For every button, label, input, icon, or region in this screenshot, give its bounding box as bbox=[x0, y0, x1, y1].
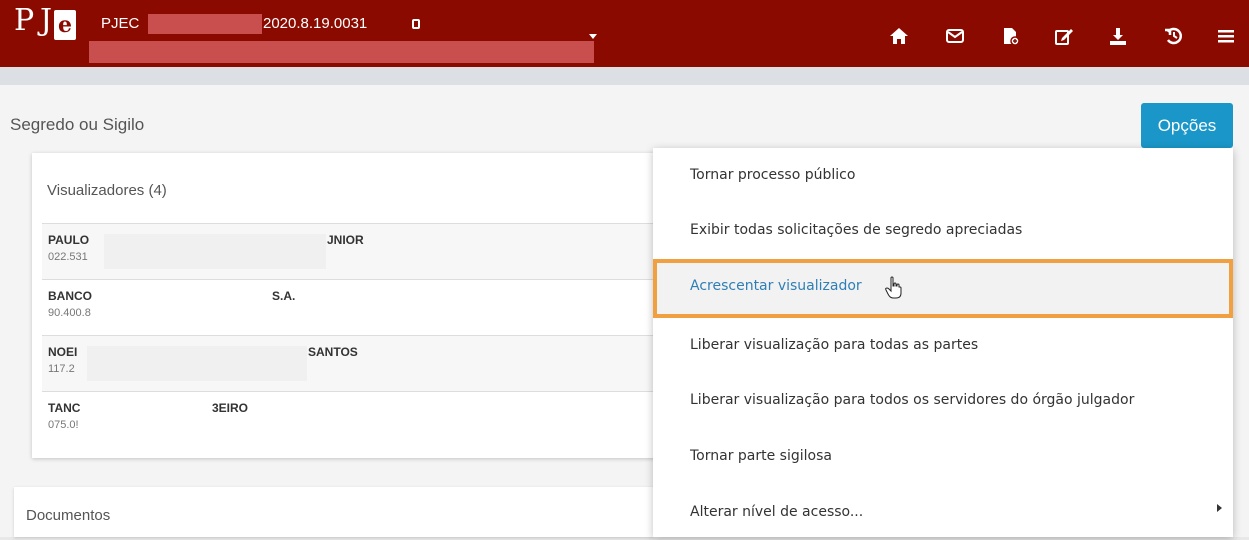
edit-icon[interactable] bbox=[1052, 24, 1076, 48]
viewer-row[interactable]: PAULO JNIOR 022.531 bbox=[42, 223, 682, 279]
viewer-name-suffix: SANTOS bbox=[308, 345, 358, 359]
viewer-name: BANCO bbox=[48, 289, 92, 303]
options-dropdown-menu: Tornar processo público Exibir todas sol… bbox=[653, 148, 1233, 537]
chevron-right-icon bbox=[1217, 504, 1222, 512]
menu-item-label: Liberar visualização para todos os servi… bbox=[690, 392, 1135, 408]
menu-item-release-all-servers[interactable]: Liberar visualização para todos os servi… bbox=[653, 373, 1233, 428]
chevron-down-icon[interactable] bbox=[589, 34, 597, 39]
sub-header-strip bbox=[0, 67, 1249, 85]
viewer-name: PAULO bbox=[48, 233, 90, 247]
viewer-document: 90.400.8 bbox=[48, 307, 91, 319]
menu-item-label: Alterar nível de acesso... bbox=[690, 504, 864, 520]
hand-cursor-icon bbox=[885, 276, 902, 299]
options-button[interactable]: Opções bbox=[1141, 103, 1233, 148]
menu-item-release-all-parties[interactable]: Liberar visualização para todas as parte… bbox=[653, 318, 1233, 373]
viewer-name: NOEI bbox=[48, 345, 78, 359]
menu-item-change-access-level[interactable]: Alterar nível de acesso... bbox=[653, 485, 1233, 540]
redacted-block bbox=[104, 234, 326, 269]
process-prefix: PJEC bbox=[101, 15, 140, 32]
menu-item-label: Liberar visualização para todas as parte… bbox=[690, 337, 979, 353]
menu-item-label: Tornar parte sigilosa bbox=[690, 448, 832, 464]
redacted-block bbox=[89, 41, 594, 63]
viewer-row[interactable]: BANCO S.A. 90.400.8 bbox=[42, 279, 682, 335]
download-icon[interactable] bbox=[1106, 24, 1130, 48]
viewers-card: Visualizadores (4) PAULO JNIOR 022.531 B… bbox=[32, 153, 692, 458]
document-add-icon[interactable] bbox=[998, 24, 1022, 48]
viewer-name: TANC bbox=[48, 401, 81, 415]
redacted-block bbox=[87, 346, 307, 381]
home-icon[interactable] bbox=[887, 24, 911, 48]
top-bar: P J e PJEC 2020.8.19.0031 bbox=[0, 0, 1249, 67]
redacted-block bbox=[148, 14, 262, 34]
menu-icon[interactable] bbox=[1214, 24, 1238, 48]
menu-item-make-public[interactable]: Tornar processo público bbox=[653, 148, 1233, 203]
viewer-document: 075.0! bbox=[48, 419, 79, 431]
process-number: 2020.8.19.0031 bbox=[263, 15, 368, 32]
copy-icon[interactable] bbox=[412, 19, 420, 29]
mail-icon[interactable] bbox=[943, 24, 967, 48]
history-icon[interactable] bbox=[1162, 24, 1186, 48]
viewers-title: Visualizadores (4) bbox=[47, 182, 167, 199]
highlight-box bbox=[653, 259, 1233, 318]
viewer-name-suffix: S.A. bbox=[272, 289, 296, 303]
menu-item-make-party-secret[interactable]: Tornar parte sigilosa bbox=[653, 429, 1233, 484]
logo-letter-j: J bbox=[40, 3, 53, 38]
viewer-row[interactable]: TANC 3EIRO 075.0! bbox=[42, 391, 682, 447]
menu-item-show-secret-requests[interactable]: Exibir todas solicitações de segredo apr… bbox=[653, 203, 1233, 258]
viewer-row[interactable]: NOEI SANTOS 117.2 bbox=[42, 335, 682, 391]
viewer-name-suffix: 3EIRO bbox=[212, 401, 249, 415]
viewer-document: 117.2 bbox=[48, 363, 75, 375]
documents-card: Documentos bbox=[14, 487, 654, 537]
viewer-document: 022.531 bbox=[48, 251, 88, 263]
menu-item-label: Exibir todas solicitações de segredo apr… bbox=[690, 222, 1023, 238]
logo-letter-p: P bbox=[14, 3, 35, 38]
logo-letter-e: e bbox=[54, 10, 76, 40]
page-title: Segredo ou Sigilo bbox=[10, 115, 145, 134]
pje-logo[interactable]: P J e bbox=[8, 3, 76, 42]
viewer-name-suffix: JNIOR bbox=[327, 233, 364, 247]
menu-item-label: Tornar processo público bbox=[690, 167, 856, 183]
documents-title: Documentos bbox=[26, 507, 111, 524]
